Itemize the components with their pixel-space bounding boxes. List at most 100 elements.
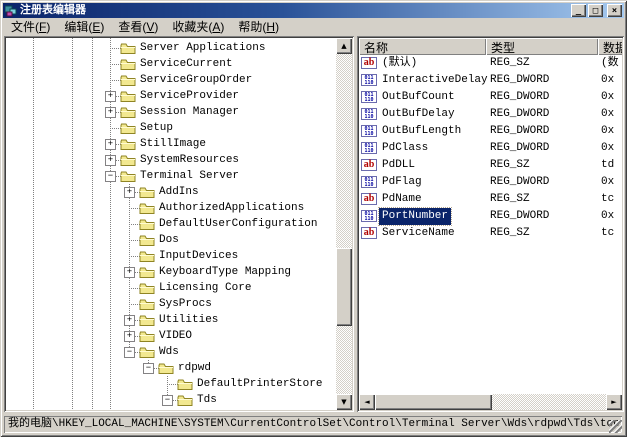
scroll-down-button[interactable]: ▼ — [336, 394, 352, 410]
expand-icon[interactable]: + — [124, 331, 135, 342]
column-header-0[interactable]: 名称 — [359, 38, 486, 55]
titlebar[interactable]: 注册表编辑器 _ □ × — [3, 3, 624, 18]
tree-item-label: InputDevices — [157, 249, 240, 263]
scroll-right-button[interactable]: ► — [606, 394, 622, 410]
minimize-button[interactable]: _ — [571, 4, 586, 17]
tree-item-stillimage[interactable]: +StillImage — [6, 136, 336, 152]
menu-item-0[interactable]: 文件(F) — [4, 17, 57, 36]
value-row-PdClass[interactable]: 011110PdClassREG_DWORD0x — [359, 140, 622, 157]
tree-item-licensing-core[interactable]: Licensing Core — [6, 280, 336, 296]
list-horizontal-scrollbar[interactable]: ◄ ► — [359, 394, 622, 410]
string-value-icon: ab — [361, 227, 377, 239]
folder-icon — [139, 346, 155, 359]
expand-icon[interactable]: + — [105, 139, 116, 150]
value-name[interactable]: OutBufDelay — [379, 106, 458, 123]
tree-vertical-scrollbar[interactable]: ▲ ▼ — [336, 38, 352, 410]
value-row-默认[interactable]: ab(默认)REG_SZ(数 — [359, 55, 622, 72]
tree-item-defaultuserconfiguration[interactable]: DefaultUserConfiguration — [6, 216, 336, 232]
resize-grip[interactable] — [609, 420, 622, 433]
folder-icon — [120, 138, 136, 151]
dword-value-icon: 011110 — [361, 91, 377, 103]
close-button[interactable]: × — [607, 4, 622, 17]
value-row-PdName[interactable]: abPdNameREG_SZtc — [359, 191, 622, 208]
value-name[interactable]: OutBufCount — [379, 89, 458, 106]
value-data: 0x — [601, 140, 614, 157]
menu-item-2[interactable]: 查看(V) — [111, 17, 165, 36]
tree-item-inputdevices[interactable]: InputDevices — [6, 248, 336, 264]
column-header-2[interactable]: 数据 — [598, 38, 622, 55]
tree-item-label: Setup — [138, 121, 175, 135]
value-type: REG_DWORD — [490, 106, 549, 123]
value-row-PdFlag[interactable]: 011110PdFlagREG_DWORD0x — [359, 174, 622, 191]
tree-item-terminal-server[interactable]: − Terminal Server — [6, 168, 336, 184]
dword-value-icon: 011110 — [361, 210, 377, 222]
tree-item-addins[interactable]: +AddIns — [6, 184, 336, 200]
value-name[interactable]: InteractiveDelay — [379, 72, 491, 89]
folder-icon — [177, 378, 193, 391]
expand-icon[interactable]: + — [105, 91, 116, 102]
collapse-icon[interactable]: − — [124, 347, 135, 358]
string-value-icon: ab — [361, 193, 377, 205]
expand-icon[interactable]: + — [124, 267, 135, 278]
scroll-left-button[interactable]: ◄ — [359, 394, 375, 410]
collapse-icon[interactable]: − — [162, 395, 173, 406]
tree-scrollbar-thumb[interactable] — [336, 248, 352, 326]
value-name[interactable]: PdDLL — [379, 157, 418, 174]
expand-icon[interactable]: + — [124, 187, 135, 198]
scroll-up-button[interactable]: ▲ — [336, 38, 352, 54]
value-name[interactable]: (默认) — [379, 55, 420, 72]
value-row-ServiceName[interactable]: abServiceNameREG_SZtc — [359, 225, 622, 242]
value-name[interactable]: ServiceName — [379, 225, 458, 242]
value-type: REG_SZ — [490, 157, 530, 174]
value-row-OutBufDelay[interactable]: 011110OutBufDelayREG_DWORD0x — [359, 106, 622, 123]
list-scrollbar-thumb[interactable] — [375, 394, 492, 410]
tree-item-systemresources[interactable]: +SystemResources — [6, 152, 336, 168]
expand-icon[interactable]: + — [124, 315, 135, 326]
tree-item-rdpwd[interactable]: −rdpwd — [6, 360, 336, 376]
list-header: 名称类型数据 — [359, 38, 622, 55]
value-row-OutBufLength[interactable]: 011110OutBufLengthREG_DWORD0x — [359, 123, 622, 140]
tree-item-keyboardtype-mapping[interactable]: +KeyboardType Mapping — [6, 264, 336, 280]
value-data: 0x — [601, 89, 614, 106]
expand-icon[interactable]: + — [105, 107, 116, 118]
tree-item-server-applications[interactable]: Server Applications — [6, 40, 336, 56]
value-name[interactable]: PdFlag — [379, 174, 425, 191]
value-row-InteractiveDelay[interactable]: 011110InteractiveDelayREG_DWORD0x — [359, 72, 622, 89]
value-type: REG_DWORD — [490, 208, 549, 225]
expand-icon[interactable]: + — [105, 155, 116, 166]
collapse-icon[interactable]: − — [105, 171, 116, 182]
tree-item-servicecurrent[interactable]: ServiceCurrent — [6, 56, 336, 72]
maximize-button[interactable]: □ — [588, 4, 603, 17]
tree-item-video[interactable]: +VIDEO — [6, 328, 336, 344]
registry-values-panel: 名称类型数据ab(默认)REG_SZ(数011110InteractiveDel… — [357, 36, 624, 412]
value-name[interactable]: PortNumber — [379, 208, 451, 225]
tree-item-label: Tds — [195, 393, 219, 407]
tree-item-servicegrouporder[interactable]: ServiceGroupOrder — [6, 72, 336, 88]
tree-item-label: SysProcs — [157, 297, 214, 311]
collapse-icon[interactable]: − — [143, 363, 154, 374]
tree-item-dos[interactable]: Dos — [6, 232, 336, 248]
tree-item-utilities[interactable]: +Utilities — [6, 312, 336, 328]
tree-item-label: ServiceProvider — [138, 89, 241, 103]
tree-item-defaultprinterstore[interactable]: DefaultPrinterStore — [6, 376, 336, 392]
tree-item-sysprocs[interactable]: SysProcs — [6, 296, 336, 312]
folder-icon — [120, 42, 136, 55]
menu-item-4[interactable]: 帮助(H) — [231, 17, 286, 36]
tree-item-serviceprovider[interactable]: + ServiceProvider — [6, 88, 336, 104]
tree-item-wds[interactable]: −Wds — [6, 344, 336, 360]
value-name[interactable]: PdName — [379, 191, 425, 208]
tree-item-label: Terminal Server — [138, 169, 241, 183]
column-header-1[interactable]: 类型 — [486, 38, 598, 55]
value-name[interactable]: PdClass — [379, 140, 431, 157]
menubar: 文件(F)编辑(E)查看(V)收藏夹(A)帮助(H) — [3, 18, 624, 35]
tree-item-session-manager[interactable]: +Session Manager — [6, 104, 336, 120]
value-row-OutBufCount[interactable]: 011110OutBufCountREG_DWORD0x — [359, 89, 622, 106]
tree-item-setup[interactable]: Setup — [6, 120, 336, 136]
tree-item-tds[interactable]: − Tds — [6, 392, 336, 408]
value-row-PdDLL[interactable]: abPdDLLREG_SZtd — [359, 157, 622, 174]
menu-item-3[interactable]: 收藏夹(A) — [165, 17, 231, 36]
tree-item-authorizedapplications[interactable]: AuthorizedApplications — [6, 200, 336, 216]
value-name[interactable]: OutBufLength — [379, 123, 464, 140]
value-row-PortNumber[interactable]: 011110PortNumberREG_DWORD0x — [359, 208, 622, 225]
menu-item-1[interactable]: 编辑(E) — [57, 17, 111, 36]
